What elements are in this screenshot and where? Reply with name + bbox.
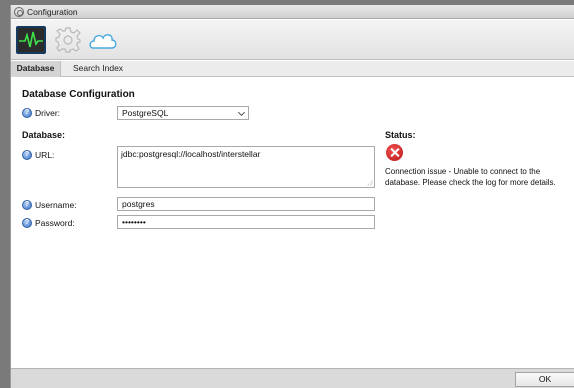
settings-button[interactable]	[53, 26, 83, 54]
ok-button[interactable]: OK	[515, 372, 574, 387]
driver-label: Driver:	[35, 108, 61, 118]
page-title: Database Configuration	[22, 89, 135, 100]
status-title: Status:	[385, 130, 416, 140]
username-field[interactable]: postgres	[117, 197, 375, 211]
password-field[interactable]: ••••••••	[117, 215, 375, 229]
database-button[interactable]	[16, 26, 46, 54]
tab-bar: Database Search Index	[11, 61, 574, 77]
url-field[interactable]: jdbc:postgresql://localhost/interstellar	[117, 146, 375, 188]
title-bar: Configuration	[11, 5, 574, 19]
gear-icon	[55, 27, 81, 53]
password-label: Password:	[35, 218, 75, 228]
driver-select[interactable]: PostgreSQL	[117, 106, 249, 120]
cloud-icon	[89, 34, 117, 49]
status-message: Connection issue - Unable to connect to …	[385, 167, 556, 187]
driver-value: PostgreSQL	[122, 108, 169, 118]
footer-bar: OK	[11, 368, 574, 388]
url-label: URL:	[35, 150, 55, 160]
activity-monitor-icon	[19, 31, 43, 48]
username-label: Username:	[35, 200, 77, 210]
configuration-window: Configuration Database Search Index Data…	[10, 5, 574, 388]
database-panel: Database Configuration ? Driver: Postgre…	[11, 78, 574, 368]
help-icon[interactable]: ?	[22, 150, 32, 160]
help-icon[interactable]: ?	[22, 108, 32, 118]
window-title: Configuration	[27, 6, 78, 17]
help-icon[interactable]: ?	[22, 200, 32, 210]
toolbar	[11, 20, 574, 60]
help-icon[interactable]: ?	[22, 218, 32, 228]
chevron-down-icon	[237, 108, 246, 117]
cloud-button[interactable]	[88, 26, 118, 54]
tab-search-index[interactable]: Search Index	[67, 61, 129, 77]
database-section-title: Database:	[22, 130, 66, 140]
tab-database[interactable]: Database	[11, 61, 61, 77]
error-icon	[386, 144, 403, 161]
gear-icon	[14, 6, 24, 17]
resize-grip[interactable]	[367, 180, 373, 186]
url-value: jdbc:postgresql://localhost/interstellar	[121, 149, 261, 159]
